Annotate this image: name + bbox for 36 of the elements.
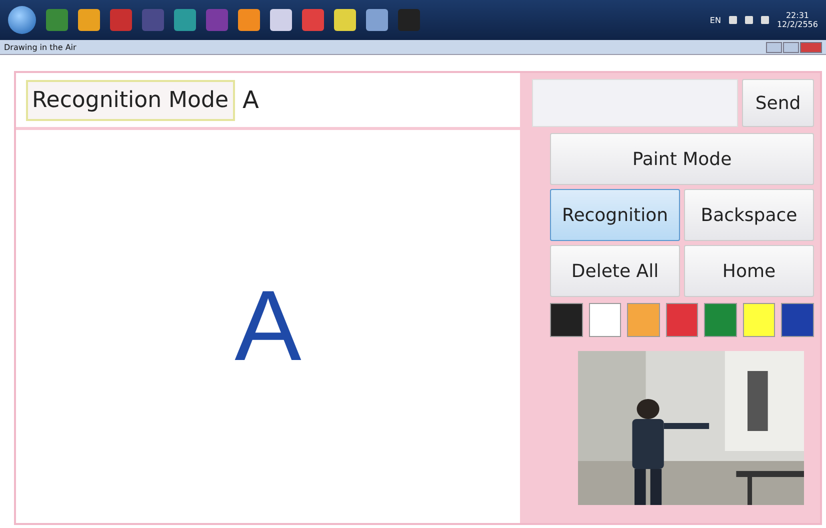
taskbar-app-icon[interactable] (78, 9, 100, 31)
language-indicator[interactable]: EN (710, 16, 721, 24)
taskbar-app-icon[interactable] (270, 9, 292, 31)
taskbar-app-icon[interactable] (398, 9, 420, 31)
taskbar-app-icon[interactable] (174, 9, 196, 31)
color-swatch[interactable] (666, 303, 698, 337)
taskbar-app-icon[interactable] (206, 9, 228, 31)
taskbar-app-icon[interactable] (302, 9, 324, 31)
taskbar-app-icon[interactable] (110, 9, 132, 31)
window-title: Drawing in the Air (4, 42, 76, 52)
recognized-text: A (242, 86, 259, 114)
mode-button[interactable]: Delete All (550, 245, 680, 297)
color-swatch[interactable] (742, 303, 776, 337)
color-swatch[interactable] (781, 303, 814, 337)
drawn-letter: A (234, 269, 302, 384)
taskbar-app-icon[interactable] (142, 9, 164, 31)
minimize-button[interactable] (766, 42, 782, 52)
color-swatch[interactable] (627, 303, 660, 337)
color-swatch[interactable] (704, 303, 737, 337)
input-field[interactable] (532, 79, 738, 127)
close-button[interactable] (800, 42, 822, 52)
start-button[interactable] (8, 6, 36, 34)
mode-button[interactable]: Recognition (550, 189, 680, 241)
clock[interactable]: 22:31 12/2/2556 (776, 11, 818, 29)
taskbar-app-icon[interactable] (366, 9, 388, 31)
color-swatch[interactable] (550, 303, 583, 337)
send-button[interactable]: Send (742, 79, 814, 127)
mode-button[interactable]: Paint Mode (550, 133, 814, 185)
taskbar-app-icon[interactable] (46, 9, 68, 31)
taskbar-app-icon[interactable] (238, 9, 260, 31)
mode-label: Recognition Mode (26, 80, 234, 120)
taskbar-app-icon[interactable] (334, 9, 356, 31)
maximize-button[interactable] (783, 42, 799, 52)
mode-button[interactable]: Backspace (684, 189, 814, 241)
color-swatch[interactable] (588, 303, 622, 337)
mode-button[interactable]: Home (684, 245, 814, 297)
